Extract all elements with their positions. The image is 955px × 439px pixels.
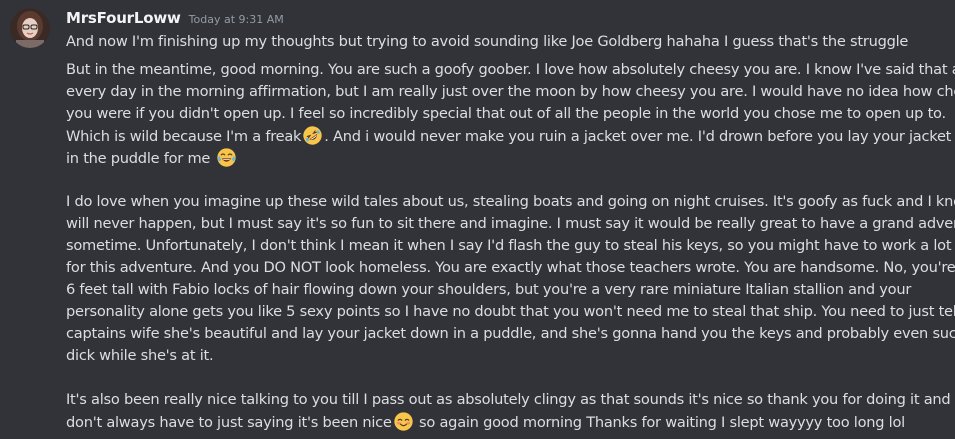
text-line: will never happen, but I must say it's s… [66, 215, 955, 232]
tears-of-joy-emoji-icon[interactable] [216, 147, 237, 168]
text-line: you were if you didn't open up. I feel s… [66, 105, 946, 122]
message-paragraph-3: It's also been really nice talking to yo… [66, 389, 955, 433]
text-line: But in the meantime, good morning. You a… [66, 61, 955, 78]
rofl-emoji-icon[interactable] [302, 125, 323, 146]
text-line: dick while she's at it. [66, 347, 214, 364]
text-line: Which is wild because I'm a freak . And … [66, 125, 955, 147]
message-content: And now I'm finishing up my thoughts but… [66, 31, 955, 433]
text-line: in the puddle for me [66, 147, 945, 169]
text-line: don't always have to just saying it's be… [66, 411, 945, 433]
text-segment: Which is wild because I'm a freak [66, 128, 302, 145]
message-first-line: And now I'm finishing up my thoughts but… [66, 33, 909, 50]
message-paragraph-2: I do love when you imagine up these wild… [66, 191, 955, 367]
text-segment: so again good morning Thanks for waiting… [414, 414, 905, 431]
text-segment: in the puddle for me [66, 150, 211, 167]
username[interactable]: MrsFourLoww [66, 9, 181, 27]
blush-emoji-icon[interactable] [393, 411, 414, 432]
timestamp[interactable]: Today at 9:31 AM [189, 13, 284, 26]
text-segment: don't always have to just saying it's be… [66, 414, 392, 431]
text-line: I do love when you imagine up these wild… [66, 193, 955, 210]
text-line: sometime. Unfortunately, I don't think I… [66, 237, 955, 254]
text-line: for this adventure. And you DO NOT look … [66, 259, 955, 276]
user-avatar[interactable] [10, 8, 50, 48]
text-line: It's also been really nice talking to yo… [66, 391, 955, 408]
text-line: captains wife she's beautiful and lay yo… [66, 325, 955, 342]
text-segment: . And i would never make you ruin a jack… [324, 128, 955, 145]
message-paragraph-1: But in the meantime, good morning. You a… [66, 59, 955, 169]
text-line: 6 feet tall with Fabio locks of hair flo… [66, 281, 912, 298]
message-group: MrsFourLoww Today at 9:31 AM And now I'm… [0, 0, 955, 439]
message-header: MrsFourLoww Today at 9:31 AM [66, 9, 284, 31]
text-line: personality alone gets you like 5 sexy p… [66, 303, 955, 320]
text-line: every day in the morning affirmation, bu… [66, 83, 955, 100]
